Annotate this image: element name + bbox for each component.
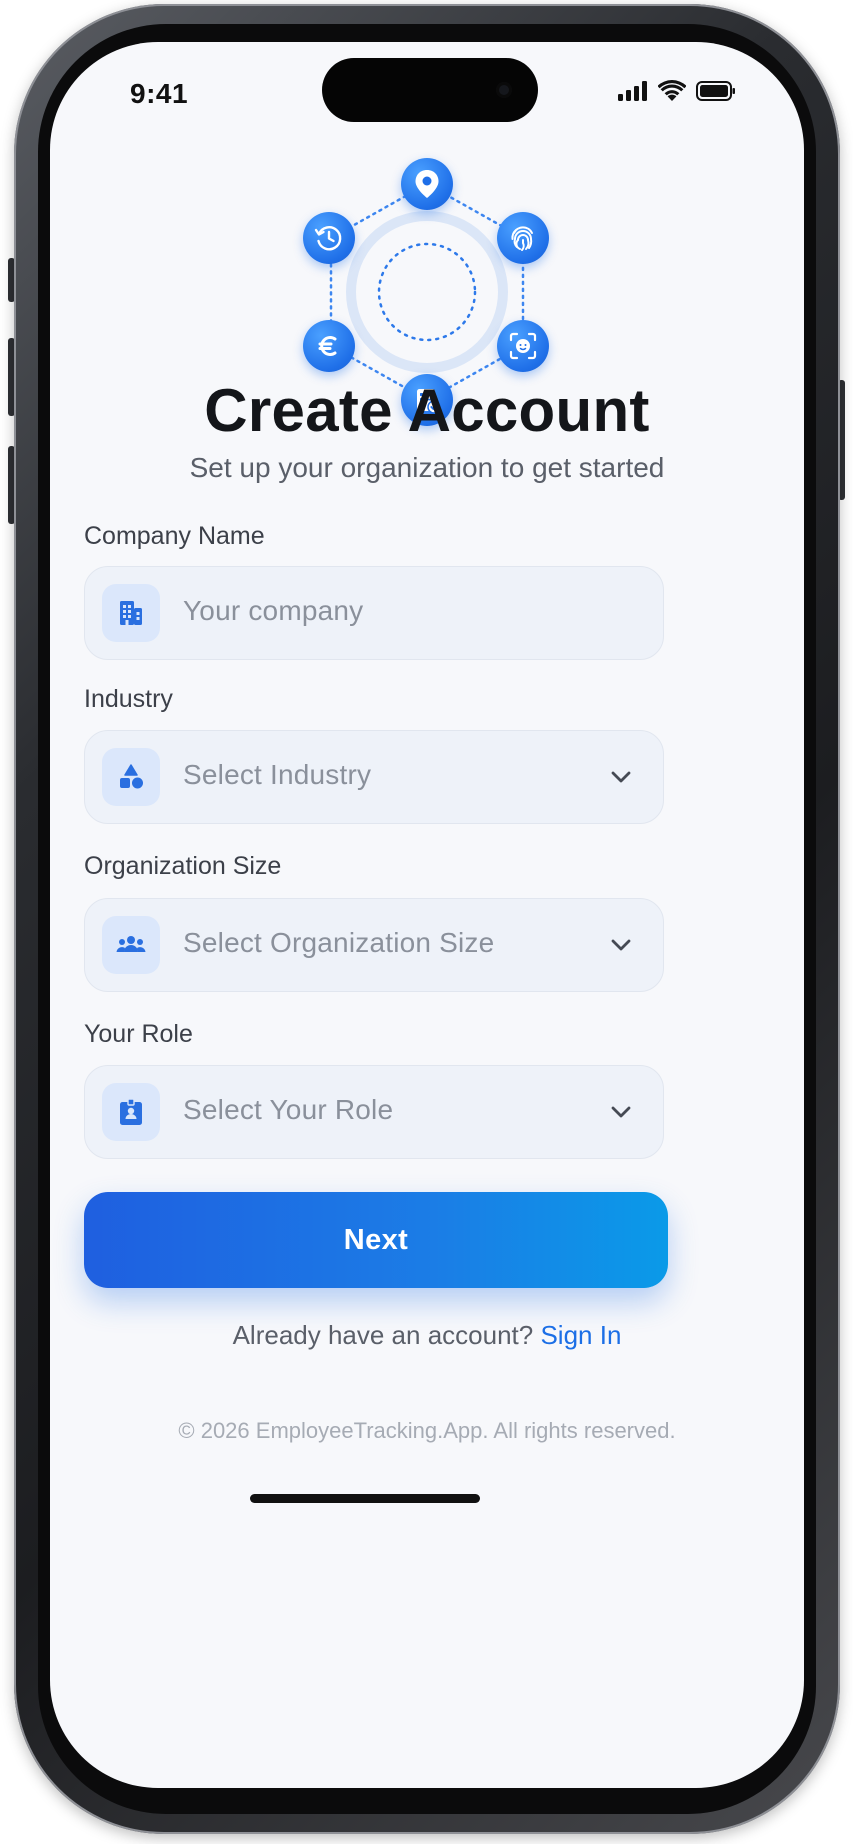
status-time: 9:41 — [130, 78, 189, 109]
copyright-footer: © 2026 EmployeeTracking.App. All rights … — [178, 1418, 676, 1443]
location-pin-icon — [401, 158, 453, 210]
page-title: Create Account — [204, 377, 650, 444]
company-name-field[interactable] — [84, 566, 664, 660]
organization-size-placeholder: Select Organization Size — [183, 927, 495, 958]
role-placeholder: Select Your Role — [183, 1094, 394, 1125]
status-icons — [618, 80, 736, 102]
industry-placeholder: Select Industry — [183, 759, 372, 790]
chevron-down-icon — [611, 771, 631, 783]
company-name-label: Company Name — [84, 522, 265, 550]
next-button[interactable]: Next — [84, 1192, 668, 1288]
euro-icon — [303, 320, 355, 372]
time-history-icon — [303, 212, 355, 264]
app-screen: 9:41 Create Account Set up your organiza… — [50, 42, 804, 1788]
company-name-input[interactable] — [183, 595, 583, 627]
role-label: Your Role — [84, 1020, 193, 1048]
organization-size-select[interactable]: Select Organization Size — [84, 898, 664, 992]
battery-icon — [696, 81, 735, 101]
front-camera — [496, 82, 512, 98]
chevron-down-icon — [611, 1106, 631, 1118]
dynamic-island — [322, 58, 538, 122]
page-subtitle: Set up your organization to get started — [189, 452, 665, 483]
wifi-icon — [658, 80, 686, 101]
organization-size-label: Organization Size — [84, 852, 282, 880]
chevron-down-icon — [611, 939, 631, 951]
signin-prompt: Already have an account? — [232, 1320, 534, 1350]
building-icon — [102, 584, 160, 642]
role-select[interactable]: Select Your Role — [84, 1065, 664, 1159]
fingerprint-icon — [497, 212, 549, 264]
team-icon — [102, 916, 160, 974]
home-indicator[interactable] — [250, 1494, 480, 1503]
industry-label: Industry — [84, 685, 173, 713]
signin-row: Already have an account? Sign In — [50, 1320, 804, 1351]
face-id-icon — [497, 320, 549, 372]
device-mockup: 9:41 Create Account Set up your organiza… — [0, 0, 853, 1844]
industry-select[interactable]: Select Industry — [84, 730, 664, 824]
id-badge-icon — [102, 1083, 160, 1141]
sign-in-link[interactable]: Sign In — [540, 1320, 621, 1350]
cellular-signal-icon — [618, 81, 647, 101]
shapes-icon — [102, 748, 160, 806]
